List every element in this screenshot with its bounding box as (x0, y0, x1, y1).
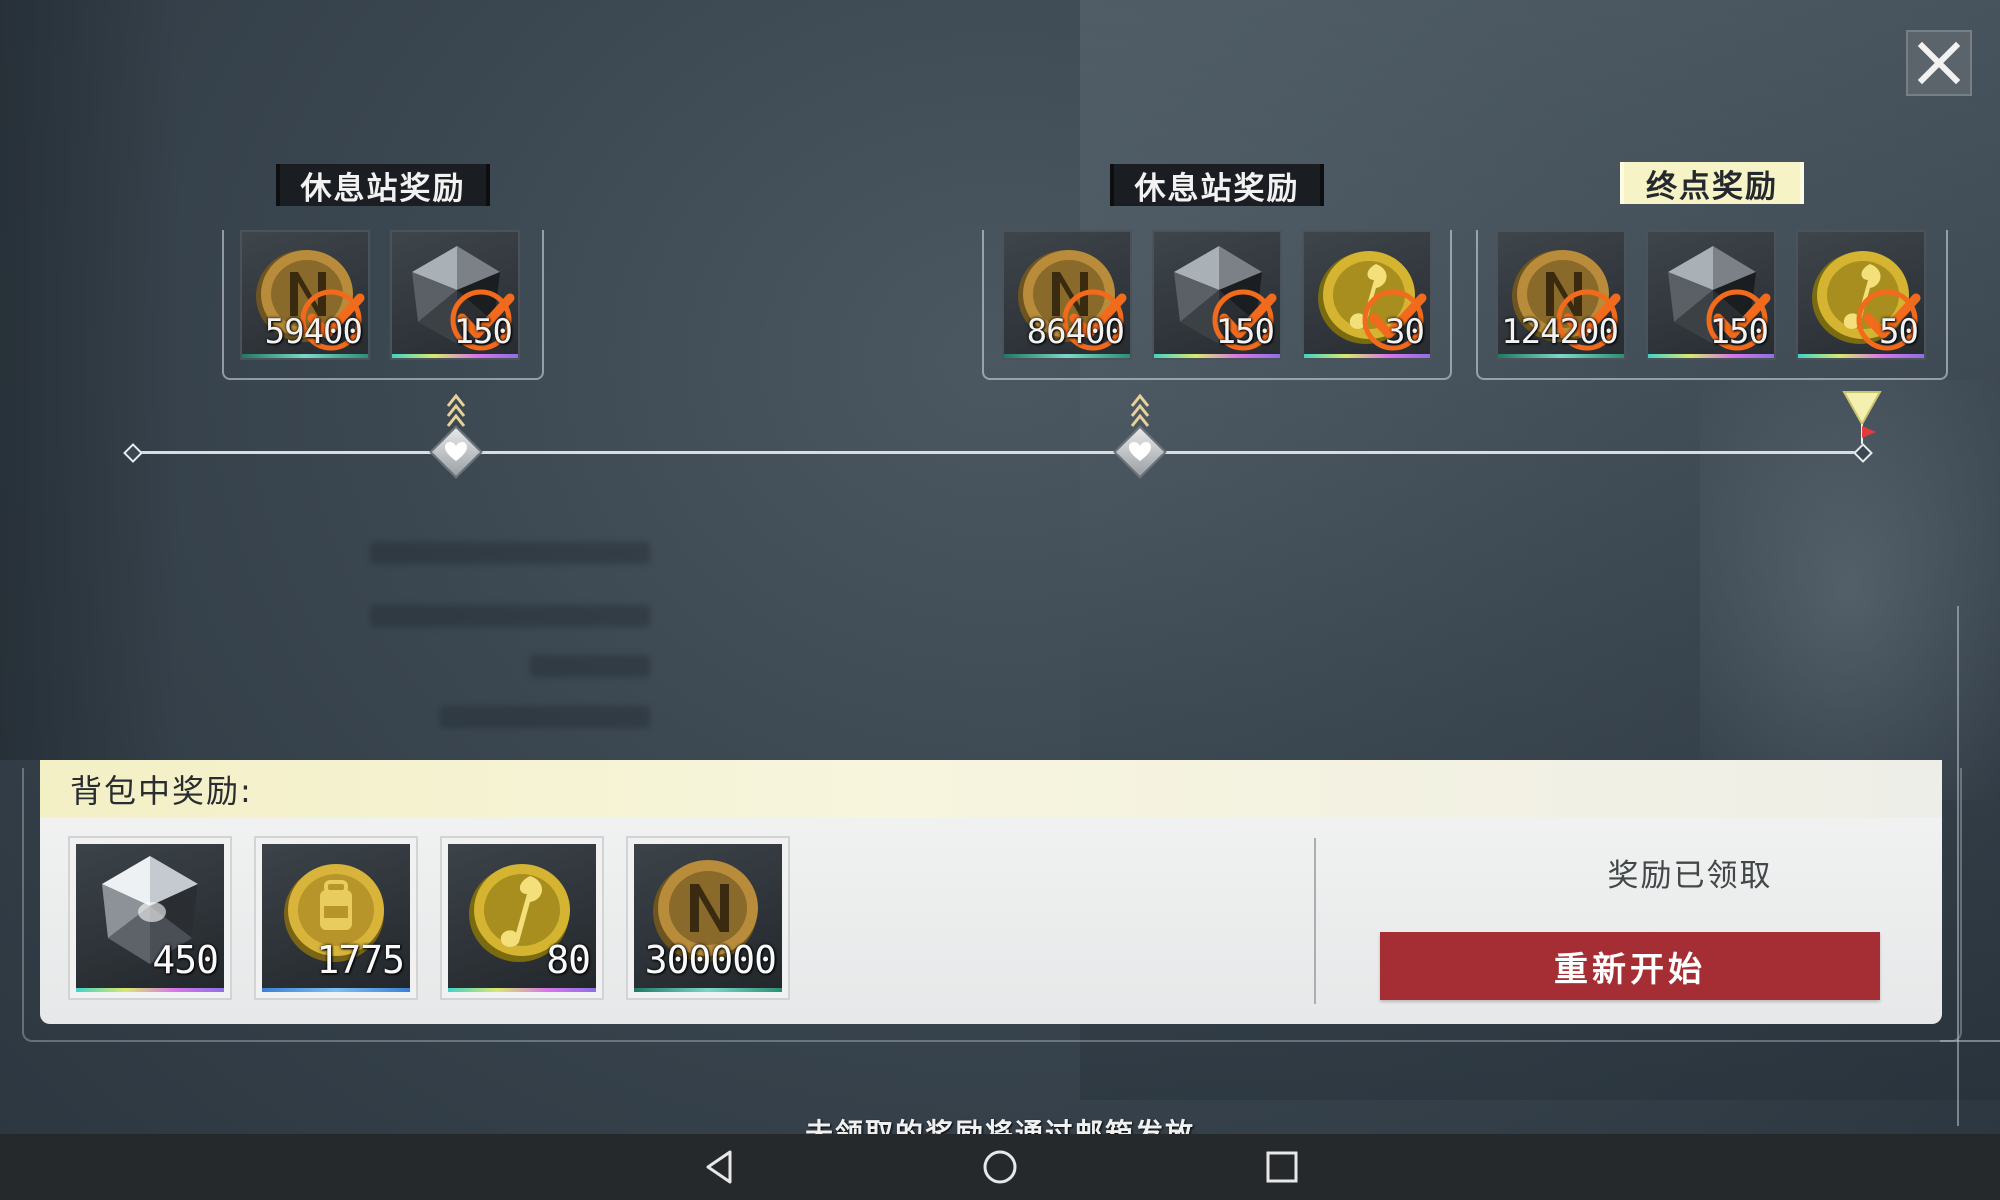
heart-icon (445, 442, 467, 461)
backpack-title: 背包中奖励: (70, 772, 253, 810)
backpack-item-qty: 80 (546, 938, 591, 982)
backpack-header: 背包中奖励: (40, 760, 1942, 818)
quality-bar (1004, 354, 1130, 358)
close-icon (1917, 41, 1961, 85)
reward-qty: 124200 (1501, 312, 1619, 352)
rest-stop-node (429, 425, 483, 479)
reward-item[interactable]: 86400 (1002, 230, 1132, 360)
reward-item[interactable]: 124200 (1496, 230, 1626, 360)
panel-divider (1314, 838, 1316, 1004)
rest-stop-node (1113, 425, 1167, 479)
background-blur-row (370, 542, 650, 564)
reward-item[interactable]: 150 (390, 230, 520, 360)
background-blur-row (530, 655, 650, 677)
system-navbar (0, 1134, 2000, 1200)
chevron-up-icon (1130, 393, 1150, 427)
recents-icon[interactable] (1262, 1147, 1302, 1187)
finish-flag-icon (1842, 391, 1882, 444)
background-blur-row (370, 605, 650, 627)
quality-bar (392, 354, 518, 358)
reward-qty: 50 (1879, 312, 1919, 352)
quality-bar (634, 988, 782, 992)
quality-bar (1498, 354, 1624, 358)
reward-qty: 150 (453, 312, 513, 352)
quality-bar (1304, 354, 1430, 358)
backpack-item[interactable]: 450 (68, 836, 232, 1000)
quality-bar (448, 988, 596, 992)
stage-title: 休息站奖励 (1110, 164, 1324, 207)
background-blur-row (440, 706, 650, 728)
close-button[interactable] (1906, 30, 1972, 96)
back-icon[interactable] (700, 1147, 740, 1187)
quality-bar (76, 988, 224, 992)
quality-bar (262, 988, 410, 992)
reward-qty: 30 (1385, 312, 1425, 352)
backpack-item[interactable]: 1775 (254, 836, 418, 1000)
backpack-item[interactable]: 300000 (626, 836, 790, 1000)
chevron-up-icon (446, 393, 466, 427)
backpack-item-qty: 450 (152, 938, 219, 982)
quality-bar (1798, 354, 1924, 358)
reward-qty: 150 (1709, 312, 1769, 352)
reward-item[interactable]: 30 (1302, 230, 1432, 360)
reward-qty: 86400 (1026, 312, 1125, 352)
quality-bar (1154, 354, 1280, 358)
reward-qty: 150 (1215, 312, 1275, 352)
quality-bar (242, 354, 368, 358)
progress-timeline (132, 451, 1862, 454)
heart-icon (1129, 442, 1151, 461)
reward-qty: 59400 (264, 312, 363, 352)
backpack-item[interactable]: 80 (440, 836, 604, 1000)
backpack-item-qty: 1775 (316, 938, 405, 982)
reward-item[interactable]: 150 (1152, 230, 1282, 360)
quality-bar (1648, 354, 1774, 358)
restart-button[interactable]: 重新开始 (1380, 932, 1880, 1000)
stage-title: 终点奖励 (1620, 162, 1804, 205)
home-icon[interactable] (980, 1147, 1020, 1187)
reward-item[interactable]: 150 (1646, 230, 1776, 360)
backpack-item-qty: 300000 (644, 938, 777, 982)
stage-title: 休息站奖励 (276, 164, 490, 207)
reward-item[interactable]: 50 (1796, 230, 1926, 360)
rewards-claimed-status: 奖励已领取 (1607, 858, 1773, 894)
backpack-panel: 背包中奖励: 450 1775 80 300000 奖励已领取 重新开始 (40, 760, 1942, 1024)
background-shade (0, 0, 180, 760)
reward-item[interactable]: 59400 (240, 230, 370, 360)
